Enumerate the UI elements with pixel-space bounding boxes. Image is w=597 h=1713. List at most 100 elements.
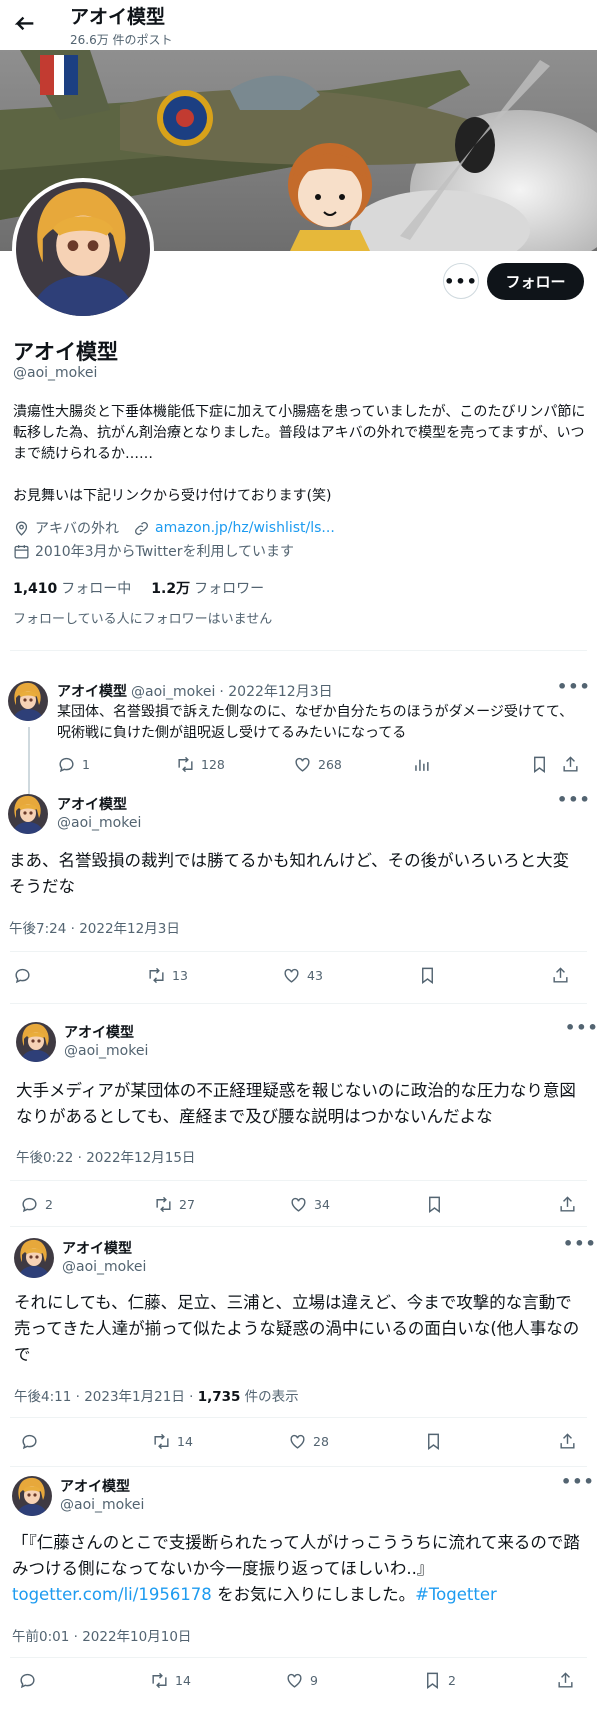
bookmark-icon [530,755,549,774]
views-icon [412,755,431,774]
like-button[interactable]: 43 [282,966,323,985]
tweet-author-handle[interactable]: @aoi_mokei [62,1259,146,1275]
bookmark-button[interactable]: 2 [423,1671,456,1690]
retweet-button[interactable]: 27 [154,1195,195,1214]
retweet-icon [176,755,195,774]
like-icon [288,1432,307,1451]
bookmark-button[interactable] [530,755,555,774]
tweet-avatar[interactable] [8,794,48,834]
retweet-icon [152,1432,171,1451]
divider [10,1657,587,1658]
tweet-more-icon[interactable]: ••• [557,677,591,696]
profile-location: アキバの外れ [35,521,119,537]
divider [10,951,587,952]
tweet-author-handle[interactable]: @aoi_mokei [64,1043,148,1059]
retweet-button[interactable]: 14 [152,1432,193,1451]
tweet-timestamp[interactable]: 午後7:24 · 2022年12月3日 [9,917,180,937]
profile-meta-row: 2010年3月からTwitterを利用しています [13,541,294,561]
tweet-author[interactable]: アオイ模型 @aoi_mokei · 2022年12月3日 [57,681,333,701]
thread-connector [28,727,30,794]
share-button[interactable] [556,1671,581,1690]
views-count: 1,735 [197,1389,241,1405]
tweet-avatar[interactable] [12,1476,52,1516]
tweet-more-icon[interactable]: ••• [563,1234,597,1253]
like-icon [289,1195,308,1214]
tweet-author-name[interactable]: アオイ模型 [64,1022,134,1042]
top-bar: アオイ模型 26.6万 件のポスト [0,0,597,50]
like-icon [293,755,312,774]
follow-button[interactable]: フォロー [487,263,584,300]
tweet-avatar[interactable] [14,1238,54,1278]
retweet-button[interactable]: 128 [176,755,225,774]
bookmark-icon [424,1432,443,1451]
retweet-icon [154,1195,173,1214]
back-arrow-icon[interactable] [10,10,38,38]
followers-link[interactable]: 1.2万 フォロワー [151,578,264,598]
divider [10,1226,587,1227]
header-title: アオイ模型 [70,6,166,28]
more-options-button[interactable]: ••• [443,263,479,299]
tweet-more-icon[interactable]: ••• [557,790,591,809]
bookmark-button[interactable] [425,1195,450,1214]
bookmark-button[interactable] [418,966,443,985]
share-icon [558,1195,577,1214]
bookmark-button[interactable] [424,1432,449,1451]
tweet-text: 「『仁藤さんのとこで支援断られたって人がけっこううちに流れて来るので踏みつける側… [12,1533,580,1604]
tweet-text: 大手メディアが某団体の不正経理疑惑を報じないのに政治的な圧力なり意図なりがあると… [16,1081,576,1126]
tweet-author-name[interactable]: アオイ模型 [60,1476,130,1496]
retweet-icon [150,1671,169,1690]
profile-avatar[interactable] [12,178,154,320]
following-link[interactable]: 1,410 フォロー中 [13,578,131,598]
tweet-text: まあ、名誉毀損の裁判では勝てるかも知れんけど、その後がいろいろと大変そうだな [9,851,570,896]
follow-stats: 1,410 フォロー中 1.2万 フォロワー [13,578,264,598]
views-button[interactable] [412,755,437,774]
profile-bio: 潰瘍性大腸炎と下垂体機能低下症に加えて小腸癌を患っていましたが、このたびリンパ節… [13,402,588,528]
tweet-author-name[interactable]: アオイ模型 [62,1238,132,1258]
tweet-more-icon[interactable]: ••• [565,1018,597,1037]
tweet-author-handle[interactable]: @aoi_mokei [57,815,141,831]
reply-button[interactable]: 1 [57,755,90,774]
like-button[interactable]: 268 [293,755,342,774]
tweet-link[interactable]: togetter.com/li/1956178 [12,1585,212,1604]
bio-paragraph: 潰瘍性大腸炎と下垂体機能低下症に加えて小腸癌を患っていましたが、このたびリンパ節… [13,404,586,462]
tweet-author-name[interactable]: アオイ模型 [57,794,127,814]
divider [10,1180,587,1181]
retweet-icon [147,966,166,985]
like-button[interactable]: 34 [289,1195,330,1214]
reply-button[interactable] [13,966,38,985]
retweet-button[interactable]: 14 [150,1671,191,1690]
joined-date: 2010年3月からTwitterを利用しています [35,544,295,560]
tweet-avatar[interactable] [16,1022,56,1062]
like-icon [282,966,301,985]
tweet-timestamp[interactable]: 午後0:22 · 2022年12月15日 [16,1146,195,1166]
share-button[interactable] [558,1432,583,1451]
share-icon [561,755,580,774]
bio-paragraph: お見舞いは下記リンクから受け付けております(笑) [13,488,332,504]
location-icon [15,521,28,536]
reply-button[interactable]: 2 [20,1195,53,1214]
bookmark-icon [423,1671,442,1690]
retweet-button[interactable]: 13 [147,966,188,985]
like-button[interactable]: 9 [285,1671,318,1690]
share-button[interactable] [561,755,586,774]
share-button[interactable] [558,1195,583,1214]
like-button[interactable]: 28 [288,1432,329,1451]
post-count: 26.6万 件のポスト [70,33,173,47]
tweet-timestamp[interactable]: 午後4:11 · 2023年1月21日 · 1,735 件の表示 [14,1385,299,1405]
share-button[interactable] [551,966,576,985]
reply-button[interactable] [20,1432,45,1451]
hashtag-link[interactable]: #Togetter [415,1585,497,1604]
like-icon [285,1671,304,1690]
tweet-timestamp[interactable]: 午前0:01 · 2022年10月10日 [12,1625,191,1645]
tweet-author-handle[interactable]: @aoi_mokei [60,1497,144,1513]
calendar-icon [14,544,29,559]
tweet-more-icon[interactable]: ••• [561,1472,595,1491]
profile-url[interactable]: amazon.jp/hz/wishlist/ls... [155,520,335,536]
divider [10,1003,587,1004]
profile-meta-row: アキバの外れ amazon.jp/hz/wishlist/ls... [13,518,335,538]
reply-button[interactable] [18,1671,43,1690]
divider [10,650,587,651]
link-icon [135,521,148,535]
tweet-avatar[interactable] [8,681,48,721]
tweet-text: それにしても、仁藤、足立、三浦と、立場は違えど、今まで攻撃的な言動で売ってきた人… [14,1293,580,1364]
